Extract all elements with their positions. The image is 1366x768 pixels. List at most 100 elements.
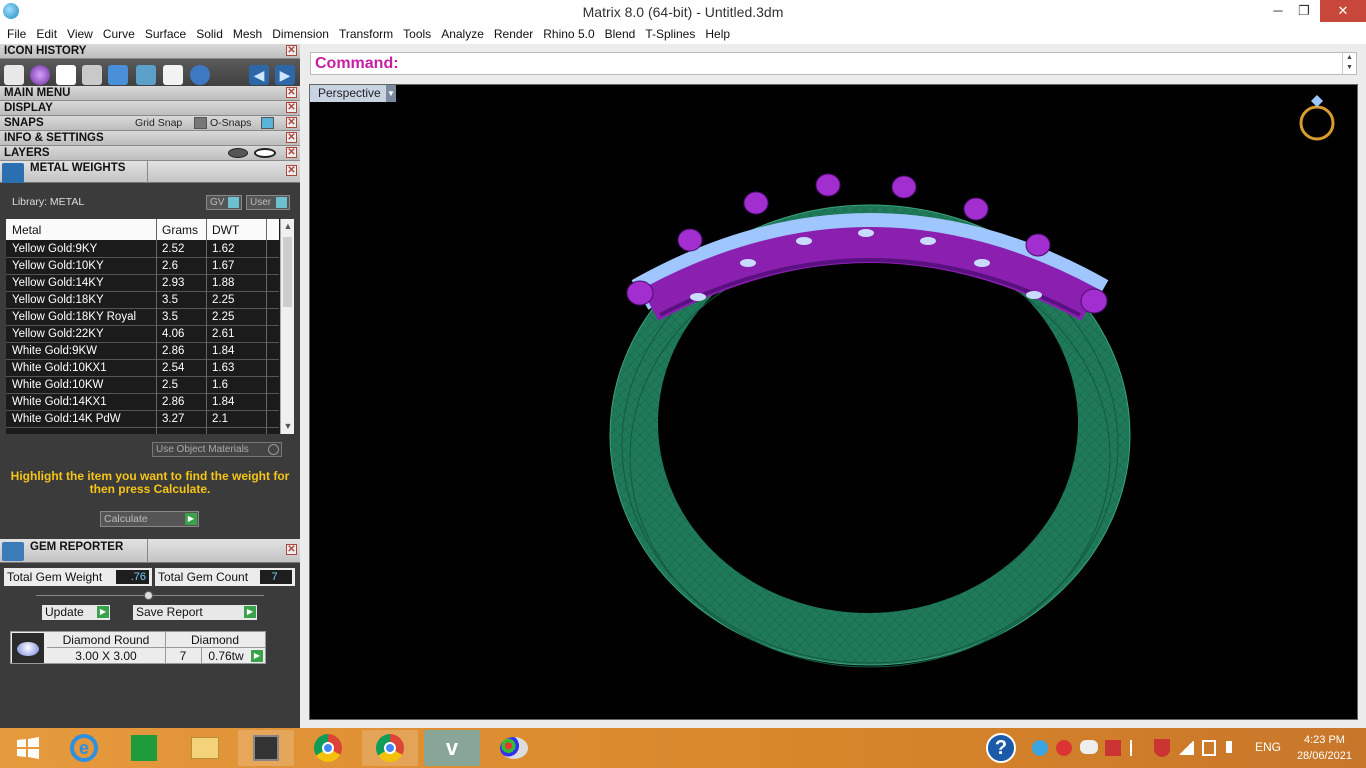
- menu-help[interactable]: Help: [700, 24, 735, 44]
- layers-header[interactable]: LAYERS ✕: [0, 146, 300, 161]
- table-row[interactable]: Yellow Gold:18KY Royal 3.5 2.25: [6, 309, 279, 326]
- table-row[interactable]: Yellow Gold:18KY 3.5 2.25: [6, 292, 279, 309]
- menu-mesh[interactable]: Mesh: [228, 24, 267, 44]
- o-snaps-label[interactable]: O-Snaps: [210, 116, 251, 131]
- chrome-icon[interactable]: [362, 730, 418, 766]
- restore-button[interactable]: ❐: [1289, 0, 1319, 22]
- tray-app-icon[interactable]: [1056, 740, 1072, 756]
- vpn-app-icon[interactable]: v: [424, 730, 480, 766]
- gem-list-item[interactable]: Diamond Round Diamond 3.00 X 3.00 7 0.76…: [10, 631, 266, 664]
- snaps-header[interactable]: SNAPS Grid Snap O-Snaps ✕: [0, 116, 300, 131]
- display-header[interactable]: DISPLAY ✕: [0, 101, 300, 116]
- user-toggle[interactable]: User: [246, 195, 290, 210]
- table-row[interactable]: Yellow Gold:22KY 4.06 2.61: [6, 326, 279, 343]
- menu-dimension[interactable]: Dimension: [267, 24, 334, 44]
- menu-tools[interactable]: Tools: [398, 24, 436, 44]
- scroll-up-icon[interactable]: ▲: [281, 221, 294, 231]
- paint-icon[interactable]: [486, 730, 542, 766]
- info-settings-header[interactable]: INFO & SETTINGS ✕: [0, 131, 300, 146]
- matrix-taskbar-icon[interactable]: [238, 730, 294, 766]
- language-indicator[interactable]: ENG: [1255, 740, 1281, 768]
- play-icon[interactable]: ▶: [251, 650, 263, 662]
- file-explorer-icon[interactable]: [177, 730, 233, 766]
- menu-file[interactable]: File: [2, 24, 31, 44]
- shield-icon[interactable]: [1154, 739, 1170, 757]
- table-row[interactable]: White Gold:10KX1 2.54 1.63: [6, 360, 279, 377]
- tray-app-icon[interactable]: [1032, 740, 1048, 756]
- column-grams[interactable]: Grams: [162, 223, 198, 237]
- table-row[interactable]: White Gold:14K PdW 3.27 2.1: [6, 411, 279, 428]
- flag-icon[interactable]: [1130, 740, 1144, 756]
- menu-blend[interactable]: Blend: [600, 24, 641, 44]
- help-tray-icon[interactable]: ?: [986, 728, 1016, 768]
- grid-snap-toggle[interactable]: [194, 117, 207, 129]
- table-row[interactable]: White Gold:14KX1 2.86 1.84: [6, 394, 279, 411]
- menu-view[interactable]: View: [62, 24, 98, 44]
- scroll-down-icon[interactable]: ▼: [281, 421, 294, 431]
- battery-icon[interactable]: [1202, 740, 1216, 756]
- ring-icon[interactable]: [190, 65, 210, 85]
- close-icon[interactable]: ✕: [286, 147, 297, 158]
- arrow-left-icon[interactable]: ◀: [249, 65, 269, 85]
- grid-snap-label[interactable]: Grid Snap: [135, 116, 182, 131]
- close-button[interactable]: ✕: [1320, 0, 1366, 22]
- close-icon[interactable]: ✕: [286, 117, 297, 128]
- scroll-thumb[interactable]: [283, 237, 292, 307]
- menu-surface[interactable]: Surface: [140, 24, 191, 44]
- calculate-button[interactable]: Calculate ▶: [100, 511, 199, 527]
- close-icon[interactable]: ✕: [286, 45, 297, 56]
- start-button[interactable]: [0, 730, 56, 766]
- volume-icon[interactable]: [1226, 741, 1238, 753]
- clipboard-icon[interactable]: [4, 65, 24, 85]
- cloud-icon[interactable]: [1080, 740, 1098, 754]
- close-icon[interactable]: ✕: [286, 132, 297, 143]
- internet-explorer-icon[interactable]: e: [56, 730, 112, 766]
- column-metal[interactable]: Metal: [12, 223, 41, 237]
- table-row[interactable]: Yellow Gold:10KY 2.6 1.67: [6, 258, 279, 275]
- menu-rhino[interactable]: Rhino 5.0: [538, 24, 599, 44]
- gem-report-icon[interactable]: [136, 65, 156, 85]
- system-clock[interactable]: 4:23 PM 28/06/2021: [1297, 732, 1352, 764]
- chrome-icon[interactable]: [300, 730, 356, 766]
- table-row[interactable]: Yellow Gold:14KY 2.93 1.88: [6, 275, 279, 292]
- network-icon[interactable]: [1178, 741, 1194, 755]
- update-button[interactable]: Update ▶: [42, 605, 110, 620]
- layer-lock-icon[interactable]: [228, 148, 248, 158]
- eye-icon[interactable]: [254, 148, 276, 158]
- gv-toggle[interactable]: GV: [206, 195, 242, 210]
- table-row[interactable]: White Gold:9KW 2.86 1.84: [6, 343, 279, 360]
- menu-edit[interactable]: Edit: [31, 24, 62, 44]
- table-row[interactable]: Yellow Gold:9KY 2.52 1.62: [6, 241, 279, 258]
- document-icon[interactable]: [163, 65, 183, 85]
- metal-weight-icon[interactable]: [108, 65, 128, 85]
- arrow-right-icon[interactable]: ▶: [275, 65, 295, 85]
- close-icon[interactable]: ✕: [286, 544, 297, 555]
- icon-history-header[interactable]: ICON HISTORY ✕: [0, 44, 300, 59]
- o-snaps-toggle[interactable]: [261, 117, 274, 129]
- gem-slider[interactable]: [36, 591, 264, 600]
- store-icon[interactable]: [116, 730, 172, 766]
- table-row[interactable]: White Gold:10KW 2.5 1.6: [6, 377, 279, 394]
- menu-solid[interactable]: Solid: [191, 24, 228, 44]
- menu-render[interactable]: Render: [489, 24, 538, 44]
- use-object-materials-toggle[interactable]: Use Object Materials: [152, 442, 282, 457]
- main-menu-header[interactable]: MAIN MENU ✕: [0, 86, 300, 101]
- material-icon[interactable]: [30, 65, 50, 85]
- column-dwt[interactable]: DWT: [212, 223, 239, 237]
- transform-icon[interactable]: [82, 65, 102, 85]
- close-icon[interactable]: ✕: [286, 102, 297, 113]
- tray-app-icon[interactable]: [1105, 740, 1121, 756]
- close-icon[interactable]: ✕: [286, 165, 297, 176]
- menu-tsplines[interactable]: T-Splines: [640, 24, 700, 44]
- command-line[interactable]: Command: ▲ ▼: [310, 52, 1357, 75]
- perspective-viewport[interactable]: Perspective ▼: [309, 84, 1358, 720]
- save-report-button[interactable]: Save Report ▶: [133, 605, 257, 620]
- menu-transform[interactable]: Transform: [334, 24, 398, 44]
- save-icon[interactable]: [56, 65, 76, 85]
- menu-analyze[interactable]: Analyze: [436, 24, 489, 44]
- ring-view-icon[interactable]: [1299, 95, 1335, 141]
- command-spinner[interactable]: ▲ ▼: [1342, 53, 1356, 74]
- close-icon[interactable]: ✕: [286, 87, 297, 98]
- slider-knob[interactable]: [144, 591, 153, 600]
- metal-table-scrollbar[interactable]: ▲ ▼: [280, 219, 294, 434]
